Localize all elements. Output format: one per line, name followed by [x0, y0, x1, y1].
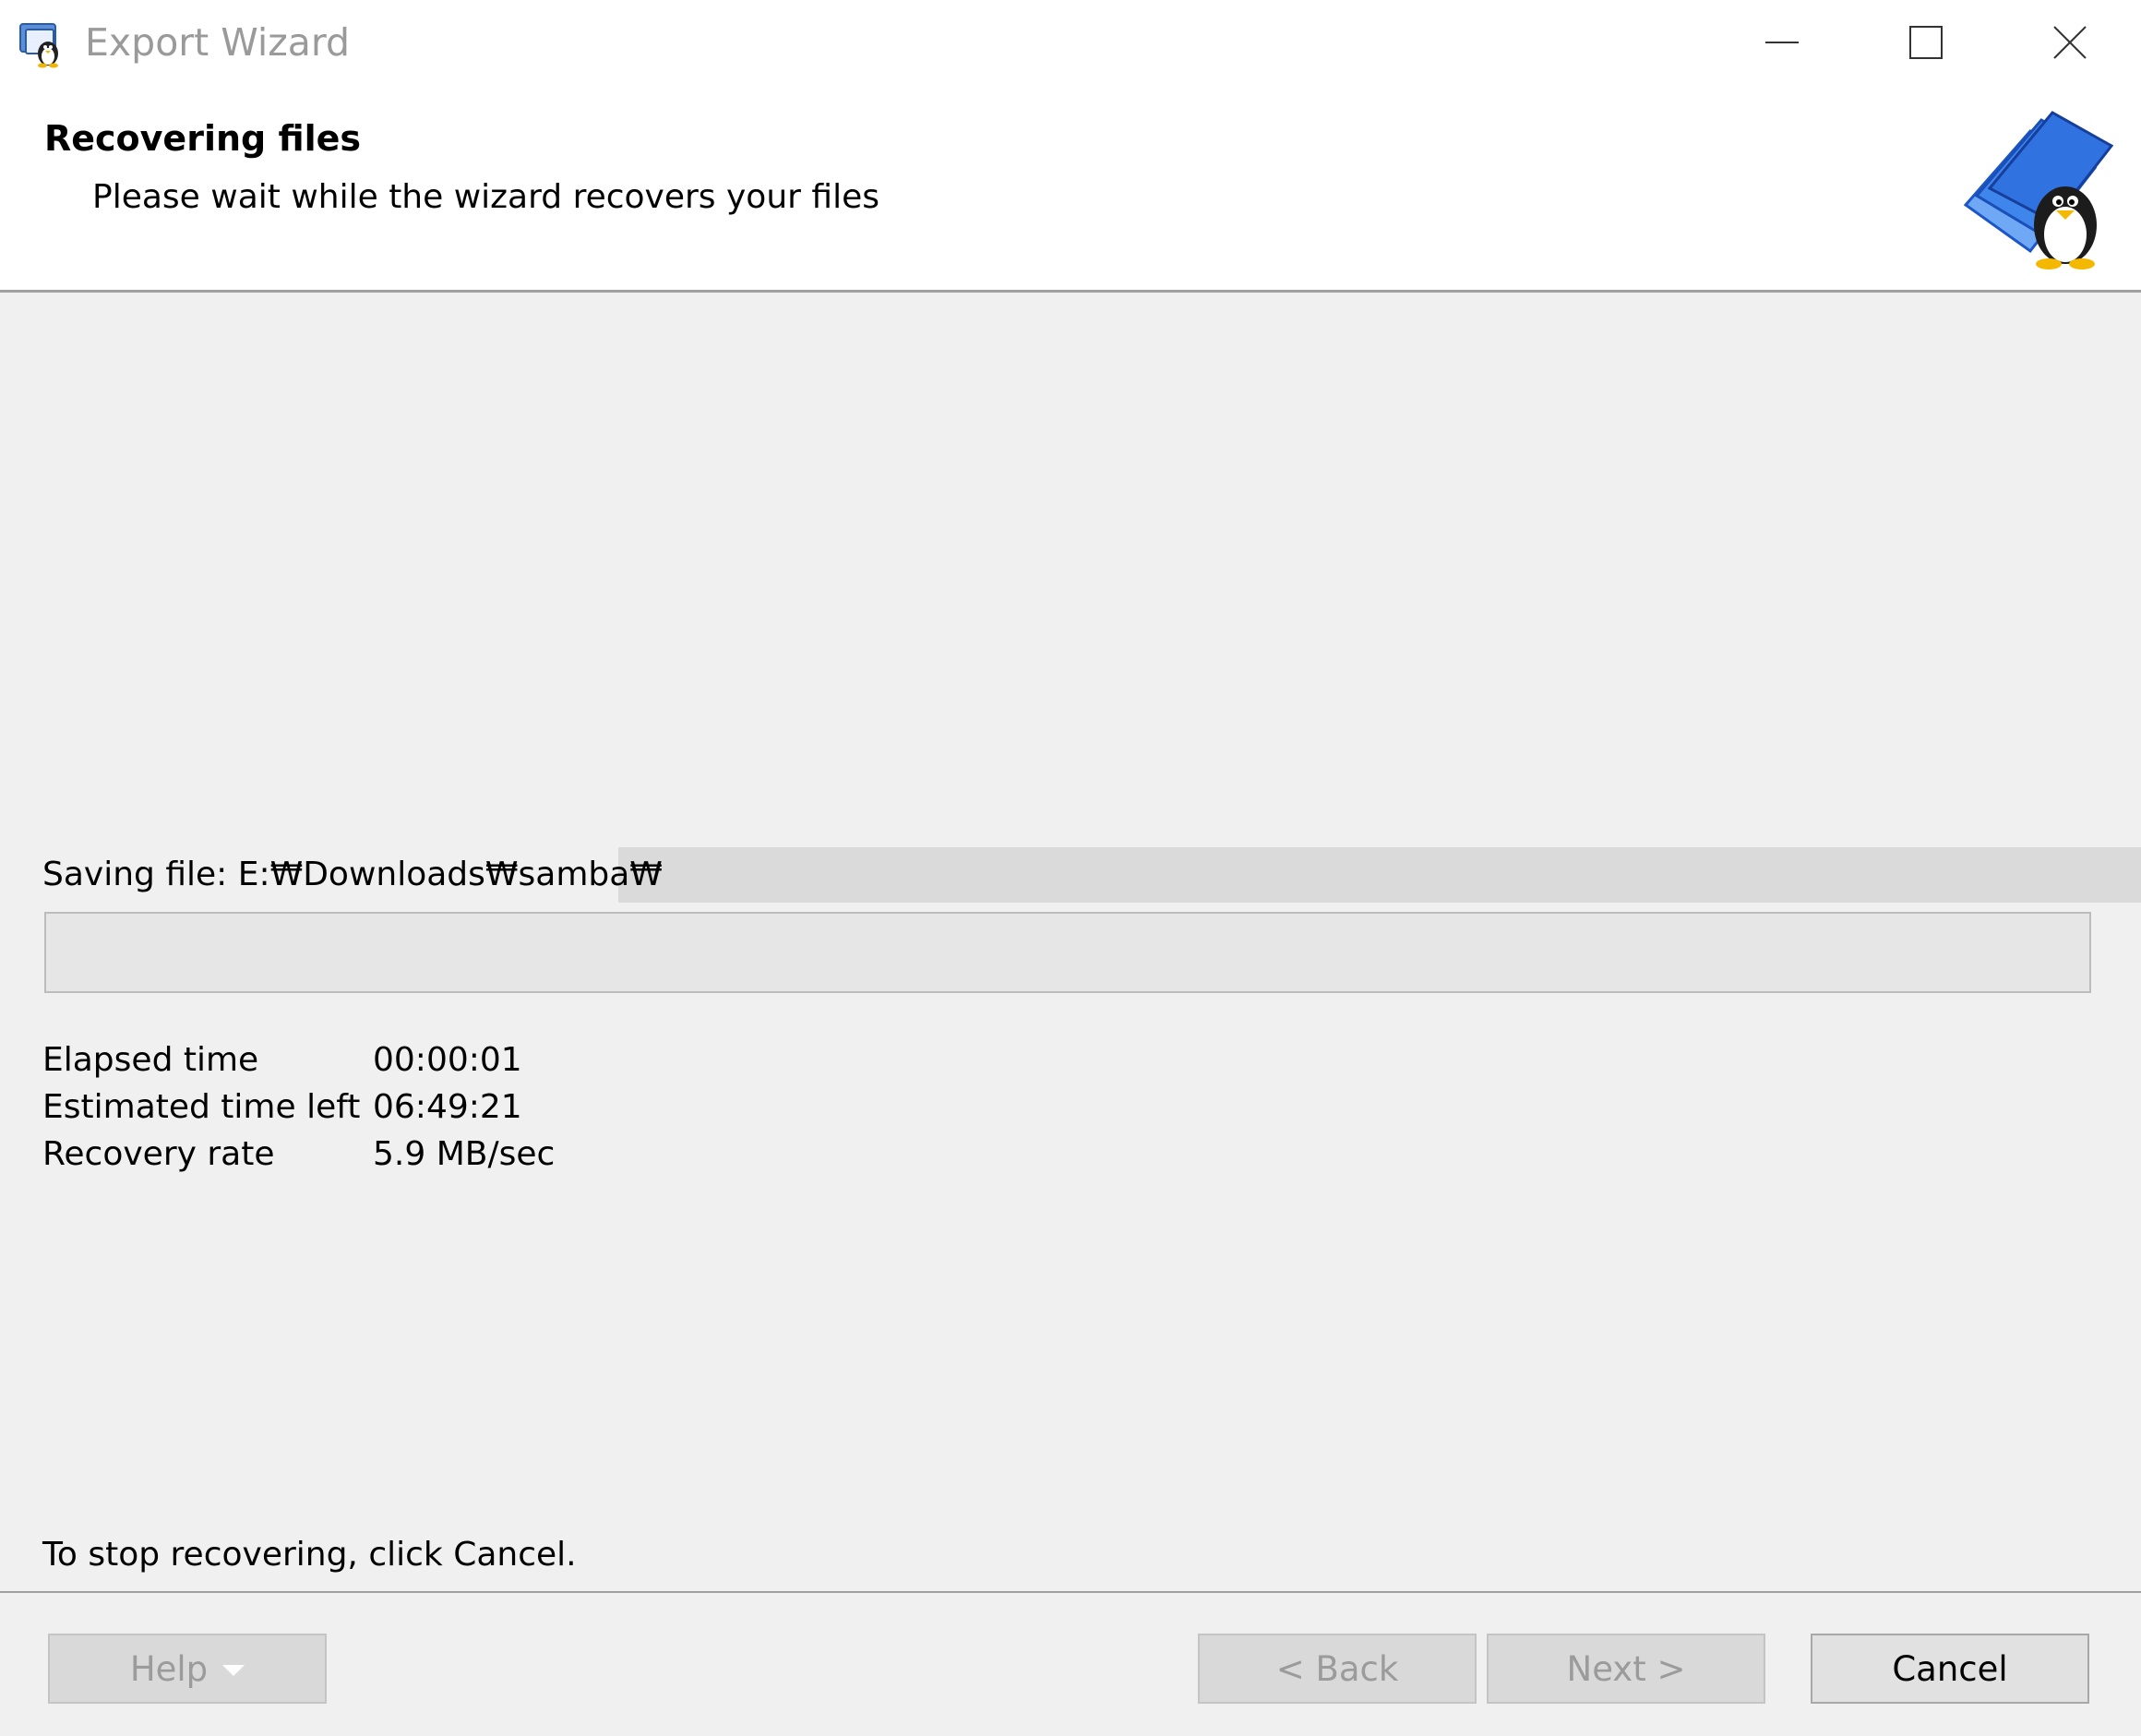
- close-icon: [2053, 26, 2087, 59]
- folder-penguin-logo: [1956, 103, 2123, 269]
- maximize-button[interactable]: [1857, 0, 1995, 85]
- chevron-down-icon: [222, 1665, 245, 1676]
- maximize-icon: [1909, 26, 1943, 59]
- minimize-icon: [1765, 42, 1799, 43]
- next-button-label: Next >: [1566, 1648, 1686, 1689]
- estimated-time-label: Estimated time left: [42, 1088, 361, 1126]
- footer-divider: [0, 1591, 2141, 1593]
- progress-bar: [44, 912, 2091, 993]
- stop-instruction: To stop recovering, click Cancel.: [42, 1536, 577, 1574]
- help-button-label: Help: [129, 1648, 209, 1689]
- page-subtitle: Please wait while the wizard recovers yo…: [92, 178, 879, 216]
- close-button[interactable]: [2001, 0, 2139, 85]
- elapsed-time-label: Elapsed time: [42, 1041, 259, 1079]
- page-title: Recovering files: [44, 118, 362, 159]
- elapsed-time-value: 00:00:01: [373, 1041, 522, 1079]
- cancel-button[interactable]: Cancel: [1811, 1634, 2089, 1704]
- back-button[interactable]: < Back: [1198, 1634, 1477, 1704]
- estimated-time-value: 06:49:21: [373, 1088, 522, 1126]
- window-title: Export Wizard: [85, 20, 351, 65]
- wizard-penguin-icon: [17, 17, 68, 68]
- saving-file-label: Saving file: E:₩Downloads₩samba₩: [42, 856, 663, 893]
- recovery-rate-label: Recovery rate: [42, 1135, 275, 1173]
- file-path-highlight: [618, 847, 2141, 903]
- minimize-button[interactable]: [1713, 0, 1851, 85]
- title-bar: Export Wizard: [0, 0, 2141, 85]
- wizard-header: Recovering files Please wait while the w…: [0, 85, 2141, 293]
- back-button-label: < Back: [1275, 1648, 1399, 1689]
- recovery-rate-value: 5.9 MB/sec: [373, 1135, 556, 1173]
- next-button[interactable]: Next >: [1487, 1634, 1765, 1704]
- cancel-button-label: Cancel: [1892, 1648, 2008, 1689]
- help-button[interactable]: Help: [48, 1634, 327, 1704]
